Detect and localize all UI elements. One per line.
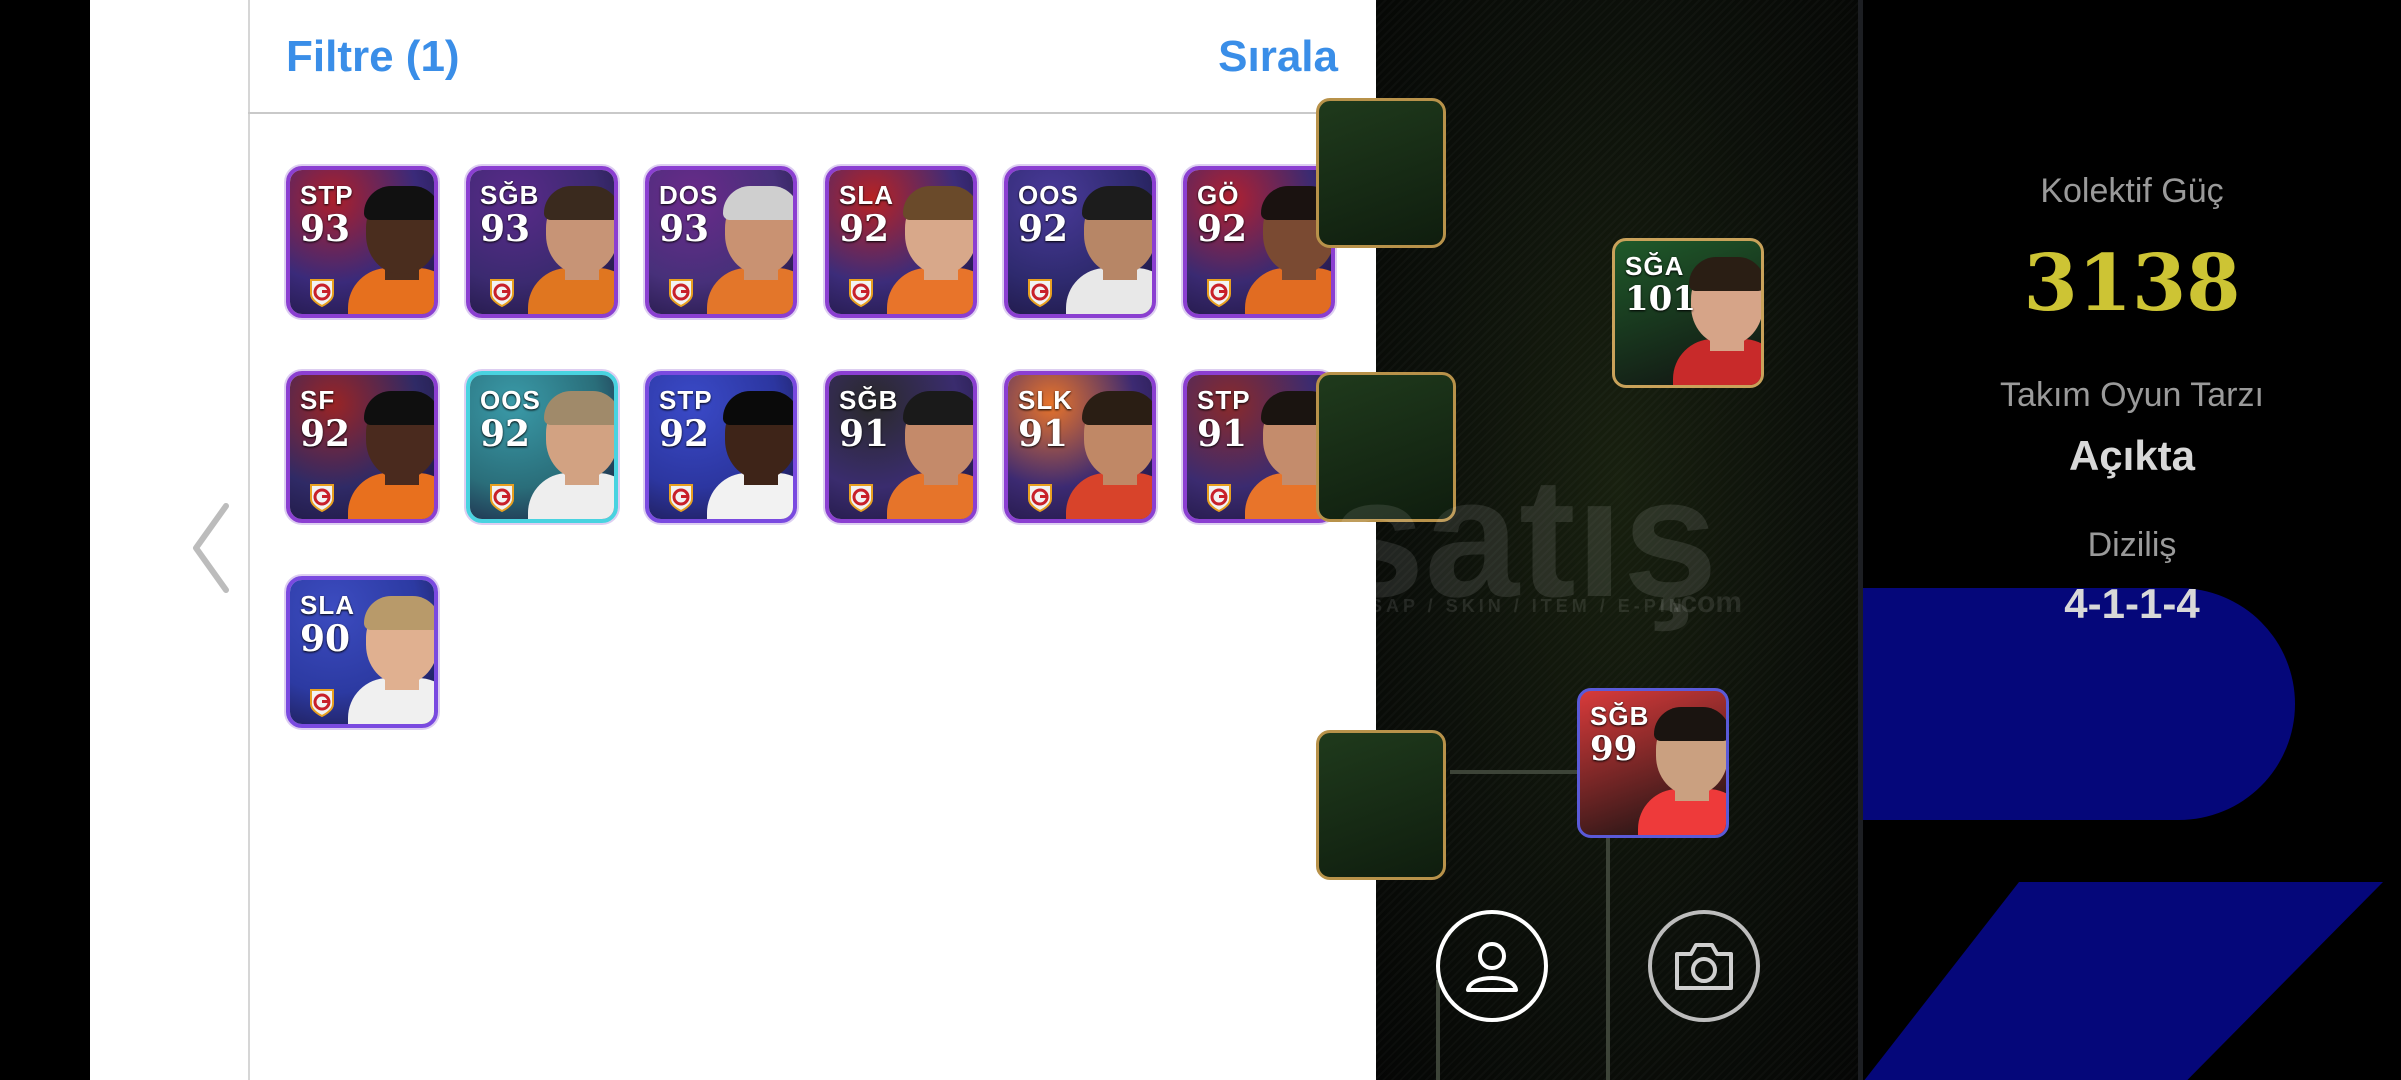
player-position: GÖ [1197,180,1240,210]
player-card[interactable]: OOS 92 [466,371,618,523]
watermark-domain: .com [1672,586,1743,619]
player-rating: 92 [1018,208,1069,250]
collective-power-value: 3138 [2023,238,2241,329]
galatasaray-badge-icon [310,689,334,718]
team-style-label: Takım Oyun Tarzı [2000,376,2264,414]
player-hair [723,391,793,425]
galatasaray-badge-icon [669,484,693,513]
filter-button[interactable]: Filtre (1) [286,32,460,82]
player-card[interactable]: STP 91 [1183,371,1335,523]
player-hair [544,186,614,220]
galatasaray-badge-icon [849,484,873,513]
galatasaray-badge-icon [1207,279,1231,308]
player-hair [903,186,973,220]
player-hair [1654,707,1726,741]
galatasaray-badge-icon [310,484,334,513]
player-rating: 92 [480,413,531,455]
player-card[interactable]: DOS 93 [645,166,797,318]
player-position: DOS [659,180,719,210]
player-position: SF [300,385,336,415]
collective-power-label: Kolektif Güç [2040,172,2224,210]
player-rating: 91 [839,413,890,455]
player-rating: 92 [300,413,351,455]
player-position: SĞA [1625,251,1685,281]
watermark-subtext: SAP / SKIN / ITEM / E-PIN [1370,596,1686,616]
player-position: STP [1197,385,1251,415]
galatasaray-badge-icon [849,279,873,308]
galatasaray-badge-icon [1028,279,1052,308]
player-rating: 91 [1197,413,1248,455]
player-position: SLA [300,590,355,620]
player-card[interactable]: SLA 90 [286,576,438,728]
player-list-panel [90,0,1376,1080]
pitch-player-card[interactable]: SĞB 99 [1577,688,1729,838]
galatasaray-badge-icon [490,484,514,513]
team-style-value: Açıkta [2068,432,2196,479]
player-hair [1689,257,1761,291]
galatasaray-badge-icon [1028,484,1052,513]
player-position: OOS [480,385,541,415]
left-gutter [0,0,90,1080]
player-hair [1082,186,1152,220]
galatasaray-badge-icon [490,279,514,308]
player-card[interactable]: STP 93 [286,166,438,318]
player-card[interactable]: SLA 92 [825,166,977,318]
camera-icon [1675,943,1733,990]
player-rating: 93 [480,208,531,250]
player-position: SLA [839,180,894,210]
player-hair [544,391,614,425]
player-position: STP [300,180,354,210]
player-hair [723,186,793,220]
player-card[interactable]: SĞB 91 [825,371,977,523]
player-position: SLK [1018,385,1073,415]
player-rating: 92 [839,208,890,250]
player-position: SĞB [839,385,899,415]
player-rating: 90 [300,618,351,660]
camera-button[interactable] [1648,910,1760,1022]
pitch-line [1436,980,1440,1080]
person-icon [1466,942,1518,992]
player-rating: 101 [1625,279,1696,319]
pitch-player-card-partial[interactable] [1316,98,1446,248]
player-card[interactable]: OOS 92 [1004,166,1156,318]
player-card[interactable]: GÖ 92 [1183,166,1335,318]
formation-label: Diziliş [2087,526,2177,564]
player-hair [364,391,434,425]
profile-button[interactable] [1436,910,1548,1022]
panel-divider [248,0,250,1080]
player-position: SĞB [480,180,540,210]
chevron-left-icon[interactable] [186,500,236,596]
player-card[interactable]: SF 92 [286,371,438,523]
formation-value: 4-1-1-4 [2064,580,2200,627]
player-rating: 93 [659,208,710,250]
galatasaray-badge-icon [1207,484,1231,513]
player-hair [903,391,973,425]
player-rating: 92 [659,413,710,455]
pitch-player-card[interactable]: SĞA 101 [1612,238,1764,388]
sort-button[interactable]: Sırala [1218,32,1338,82]
player-card[interactable]: SĞB 93 [466,166,618,318]
player-position: OOS [1018,180,1079,210]
player-card[interactable]: STP 92 [645,371,797,523]
header-divider [248,112,1376,114]
player-hair [364,186,434,220]
player-position: STP [659,385,713,415]
player-card[interactable]: SLK 91 [1004,371,1156,523]
decorative-shape [1863,882,2383,1080]
team-info-panel: Kolektif Güç 3138 Takım Oyun Tarzı Açıkt… [1863,0,2401,1080]
player-hair [364,596,434,630]
pitch-player-card-partial[interactable] [1316,730,1446,880]
player-rating: 99 [1590,729,1638,769]
player-rating: 92 [1197,208,1248,250]
player-position: SĞB [1590,701,1650,731]
player-rating: 91 [1018,413,1069,455]
galatasaray-badge-icon [669,279,693,308]
galatasaray-badge-icon [310,279,334,308]
player-hair [1082,391,1152,425]
player-rating: 93 [300,208,351,250]
